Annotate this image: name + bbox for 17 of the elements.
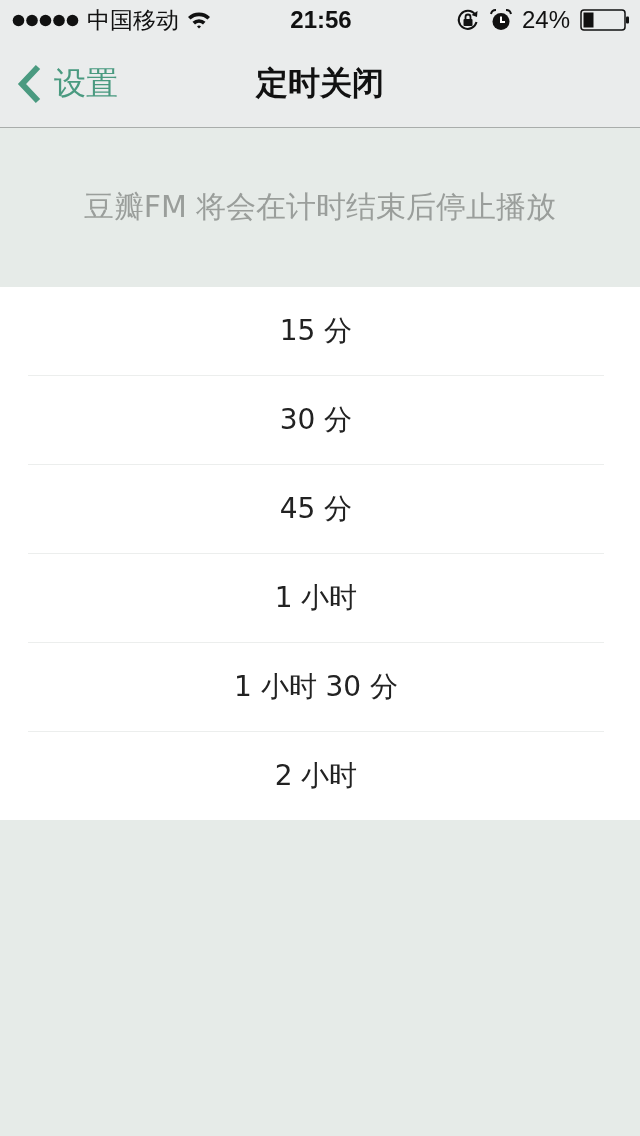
timer-option[interactable]: 15 分 <box>28 287 604 375</box>
carrier-name: 中国移动 <box>87 5 179 35</box>
back-chevron-icon <box>16 63 42 104</box>
timer-option[interactable]: 1 小时 30 分 <box>28 643 604 731</box>
timer-option[interactable]: 1 小时 <box>28 554 604 642</box>
wifi-icon <box>187 11 211 29</box>
battery-percent: 24% <box>521 6 570 34</box>
clock-time: 21:56 <box>290 6 352 34</box>
timer-option[interactable]: 45 分 <box>28 465 604 553</box>
page-title: 定时关闭 <box>256 62 384 104</box>
description-text: 豆瓣FM 将会在计时结束后停止播放 <box>83 188 557 226</box>
signal-dots-icon <box>12 13 79 27</box>
battery-icon <box>580 9 630 31</box>
timer-option[interactable]: 2 小时 <box>28 732 604 820</box>
rotation-lock-icon <box>455 8 480 32</box>
alarm-clock-icon <box>489 9 512 31</box>
timer-option[interactable]: 30 分 <box>28 376 604 464</box>
